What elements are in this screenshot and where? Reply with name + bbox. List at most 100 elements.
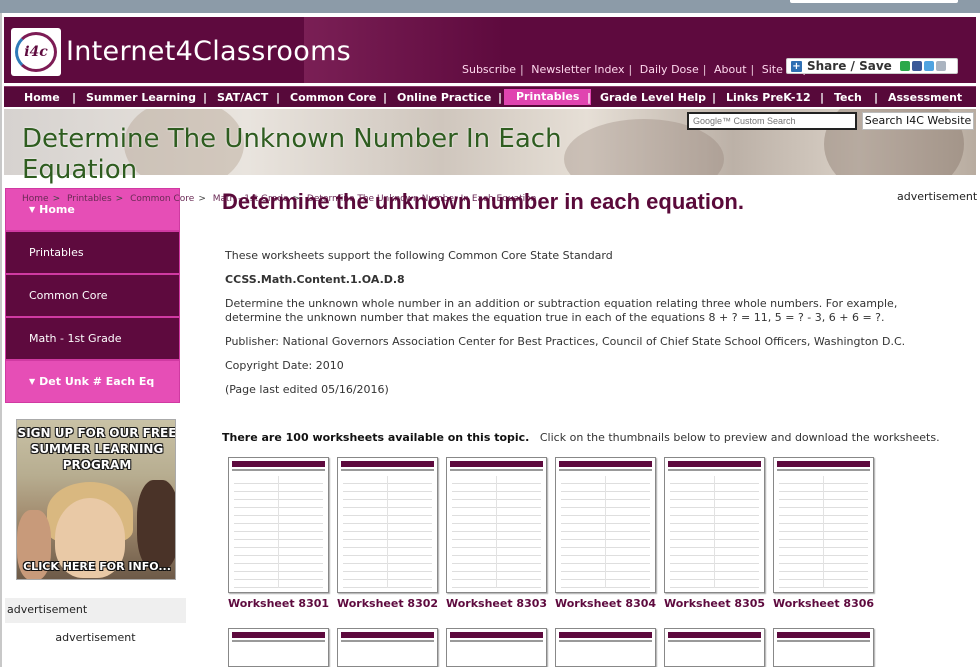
site-search-button[interactable]: Search I4C Website: [862, 112, 974, 130]
thumb-divider: [278, 476, 279, 588]
sidebar-item-label: Printables: [29, 246, 84, 259]
advertisement-label-right: advertisement: [897, 190, 978, 203]
thumb-divider: [387, 476, 388, 588]
worksheet-thumbnail[interactable]: [228, 457, 329, 593]
thumb-divider: [714, 476, 715, 588]
publisher-text: Publisher: National Governors Associatio…: [225, 335, 906, 348]
sidebar-item-printables[interactable]: Printables: [5, 231, 180, 274]
site-title[interactable]: Internet4Classrooms: [66, 36, 351, 67]
intro-text: These worksheets support the following C…: [225, 249, 613, 262]
worksheet-count: There are 100 worksheets available on th…: [222, 431, 530, 444]
top-links: Subscribe | Newsletter Index | Daily Dose |…: [462, 63, 810, 76]
thumb-header: [450, 461, 543, 467]
site-search-input[interactable]: [687, 112, 857, 130]
nav-grade-level-help[interactable]: Grade Level Help: [600, 91, 706, 104]
thumb-subheader: [450, 469, 543, 471]
thumb-header: [668, 461, 761, 467]
thumb-header: [341, 461, 434, 467]
thumb-header: [668, 632, 761, 638]
worksheet-link-8303[interactable]: Worksheet 8303: [446, 597, 547, 610]
sidebar-item-label: Math - 1st Grade: [29, 332, 122, 345]
thumb-header: [777, 461, 870, 467]
nav-sat-act[interactable]: SAT/ACT: [217, 91, 268, 104]
worksheet-thumbnail[interactable]: [555, 628, 656, 667]
worksheet-thumbnail[interactable]: [228, 628, 329, 667]
advertisement-label: advertisement: [5, 598, 186, 623]
thumb-header: [341, 632, 434, 638]
worksheet-link-8305[interactable]: Worksheet 8305: [664, 597, 765, 610]
worksheet-link-8304[interactable]: Worksheet 8304: [555, 597, 656, 610]
site-logo[interactable]: i4c: [11, 28, 61, 76]
chevron-down-icon: ▼: [29, 205, 36, 214]
sidebar-item-math-1st-grade[interactable]: Math - 1st Grade: [5, 317, 180, 360]
summer-learning-promo[interactable]: SIGN UP FOR OUR FREE SUMMER LEARNING PRO…: [16, 419, 176, 580]
nav-home[interactable]: Home: [24, 91, 60, 104]
thumb-header: [777, 632, 870, 638]
copyright-text: Copyright Date: 2010: [225, 359, 344, 372]
nav-summer-learning[interactable]: Summer Learning: [86, 91, 196, 104]
worksheet-intro: There are 100 worksheets available on th…: [222, 431, 940, 444]
thumb-subheader: [232, 640, 325, 642]
worksheet-thumbnail[interactable]: [337, 457, 438, 593]
browser-top-strip: [0, 0, 980, 13]
main-nav: Home | Summer Learning | SAT/ACT | Commo…: [4, 86, 976, 107]
worksheet-thumbnail[interactable]: [664, 628, 765, 667]
sidebar-item-det-unk-each-eq[interactable]: ▼ Det Unk # Each Eq: [5, 360, 180, 403]
worksheet-instruction: Click on the thumbnails below to preview…: [539, 431, 940, 444]
thumb-subheader: [232, 469, 325, 471]
sidebar-item-label: Home: [39, 203, 75, 216]
nav-tech[interactable]: Tech: [834, 91, 862, 104]
advertisement-label-2: advertisement: [55, 631, 136, 644]
thumb-subheader: [777, 640, 870, 642]
facebook-icon: [911, 61, 922, 71]
thumb-header: [232, 461, 325, 467]
worksheet-thumbnail[interactable]: [773, 628, 874, 667]
chevron-down-icon: ▼: [29, 377, 36, 386]
worksheet-thumbnail[interactable]: [664, 457, 765, 593]
top-search-fragment: [790, 0, 958, 3]
twitter-icon: [923, 61, 934, 71]
worksheet-thumbnail[interactable]: [337, 628, 438, 667]
worksheet-thumbnail[interactable]: [773, 457, 874, 593]
top-link-daily-dose[interactable]: Daily Dose: [640, 63, 699, 76]
nav-links-prek-12[interactable]: Links PreK-12: [726, 91, 811, 104]
worksheet-link-8302[interactable]: Worksheet 8302: [337, 597, 438, 610]
thumb-divider: [823, 476, 824, 588]
standard-code: CCSS.Math.Content.1.OA.D.8: [225, 273, 405, 286]
nav-common-core[interactable]: Common Core: [290, 91, 376, 104]
more-icon: [935, 61, 946, 71]
thumb-subheader: [341, 469, 434, 471]
thumb-header: [559, 632, 652, 638]
breadcrumb-home[interactable]: Home: [22, 194, 49, 204]
share-save-label: Share / Save: [807, 59, 892, 73]
top-link-subscribe[interactable]: Subscribe: [462, 63, 516, 76]
thumb-subheader: [668, 640, 761, 642]
top-link-about[interactable]: About: [714, 63, 747, 76]
sidebar-nav: ▼ Home Printables Common Core Math - 1st…: [5, 188, 180, 403]
thumb-subheader: [559, 469, 652, 471]
page-heading: Determine The Unknown Number In Each Equ…: [22, 124, 562, 185]
worksheet-thumbnail[interactable]: [446, 628, 547, 667]
thumb-divider: [496, 476, 497, 588]
thumb-subheader: [341, 640, 434, 642]
promo-headline: SIGN UP FOR OUR FREE SUMMER LEARNING PRO…: [17, 426, 176, 472]
nav-assessment[interactable]: Assessment: [888, 91, 962, 104]
nav-online-practice[interactable]: Online Practice: [397, 91, 491, 104]
nav-printables[interactable]: Printables: [504, 89, 592, 105]
thumb-subheader: [668, 469, 761, 471]
top-link-newsletter-index[interactable]: Newsletter Index: [531, 63, 624, 76]
breadcrumb-printables[interactable]: Printables: [67, 194, 112, 204]
worksheet-thumbnail[interactable]: [446, 457, 547, 593]
worksheet-thumbnail[interactable]: [555, 457, 656, 593]
standard-info: These worksheets support the following C…: [225, 249, 955, 407]
breadcrumb-common-core[interactable]: Common Core: [130, 194, 194, 204]
sidebar-item-common-core[interactable]: Common Core: [5, 274, 180, 317]
thumb-subheader: [559, 640, 652, 642]
share-icon-green: [899, 61, 910, 71]
worksheet-link-8301[interactable]: Worksheet 8301: [228, 597, 329, 610]
promo-figure-right: [137, 480, 175, 570]
worksheet-link-8306[interactable]: Worksheet 8306: [773, 597, 874, 610]
thumb-subheader: [450, 640, 543, 642]
thumb-header: [232, 632, 325, 638]
share-save-button[interactable]: + Share / Save: [786, 58, 958, 74]
